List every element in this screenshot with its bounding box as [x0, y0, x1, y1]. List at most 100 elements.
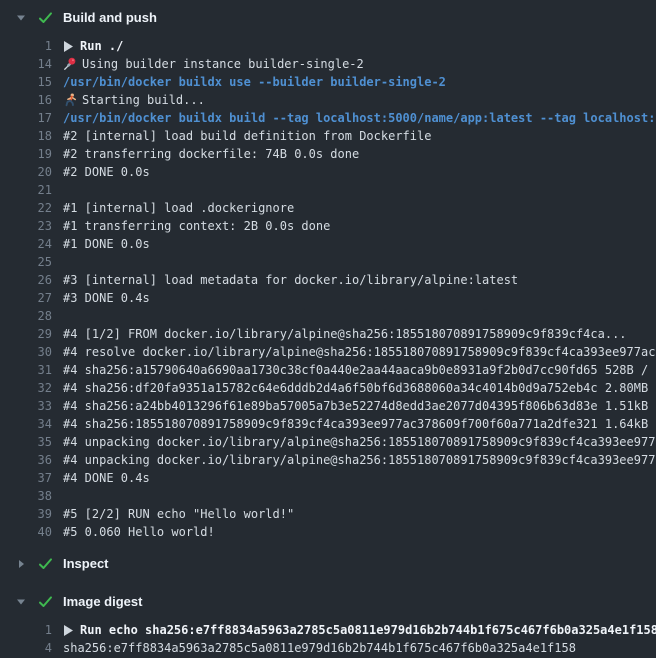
line-content: #1 DONE 0.0s: [52, 235, 150, 253]
log-line: 37 #4 DONE 0.4s: [0, 469, 656, 487]
log-line: 38: [0, 487, 656, 505]
line-text: #4 unpacking docker.io/library/alpine@sh…: [63, 451, 656, 469]
line-content: #3 DONE 0.4s: [52, 289, 150, 307]
section-header[interactable]: Inspect: [0, 551, 656, 577]
line-number[interactable]: 18: [0, 127, 52, 145]
check-icon: [37, 10, 54, 26]
line-text: #4 DONE 0.4s: [63, 469, 150, 487]
line-number[interactable]: 31: [0, 361, 52, 379]
line-text: Using builder instance builder-single-2: [82, 55, 364, 73]
log-line: 16Starting build...: [0, 91, 656, 109]
line-number[interactable]: 4: [0, 639, 52, 657]
log-line: 26 #3 [internal] load metadata for docker…: [0, 271, 656, 289]
line-number[interactable]: 32: [0, 379, 52, 397]
line-number[interactable]: 36: [0, 451, 52, 469]
section-header[interactable]: Build and push: [0, 5, 656, 31]
line-content: sha256:e7ff8834a5963a2785c5a0811e979d16b…: [52, 639, 576, 657]
line-number[interactable]: 39: [0, 505, 52, 523]
section-title: Build and push: [63, 9, 157, 27]
line-content: /usr/bin/docker buildx use --builder bui…: [52, 73, 446, 91]
line-number[interactable]: 25: [0, 253, 52, 271]
line-text: sha256:e7ff8834a5963a2785c5a0811e979d16b…: [63, 639, 576, 657]
runner-icon: [63, 93, 77, 107]
line-text: #1 transferring context: 2B 0.0s done: [63, 217, 330, 235]
line-number[interactable]: 1: [0, 37, 52, 55]
line-text: #1 DONE 0.0s: [63, 235, 150, 253]
log-line: 25: [0, 253, 656, 271]
line-text: #2 transferring dockerfile: 74B 0.0s don…: [63, 145, 359, 163]
log-line: 35 #4 unpacking docker.io/library/alpine@…: [0, 433, 656, 451]
line-number[interactable]: 17: [0, 109, 52, 127]
line-text: #4 sha256:a15790640a6690aa1730c38cf0a440…: [63, 361, 656, 379]
line-number[interactable]: 34: [0, 415, 52, 433]
log-line: 40#5 0.060 Hello world!: [0, 523, 656, 541]
line-number[interactable]: 27: [0, 289, 52, 307]
line-content: Run echo sha256:e7ff8834a5963a2785c5a081…: [52, 621, 656, 639]
line-content: Starting build...: [52, 91, 205, 109]
line-content: #4 [1/2] FROM docker.io/library/alpine@s…: [52, 325, 627, 343]
log-line: 36 #4 unpacking docker.io/library/alpine@…: [0, 451, 656, 469]
line-number[interactable]: 16: [0, 91, 52, 109]
line-number[interactable]: 21: [0, 181, 52, 199]
chevron-right-icon[interactable]: [16, 559, 28, 569]
line-number[interactable]: 20: [0, 163, 52, 181]
line-number[interactable]: 14: [0, 55, 52, 73]
section-title: Image digest: [63, 593, 142, 611]
line-number[interactable]: 35: [0, 433, 52, 451]
line-text: #5 [2/2] RUN echo "Hello world!": [63, 505, 294, 523]
line-content: #5 0.060 Hello world!: [52, 523, 215, 541]
log-line: 28: [0, 307, 656, 325]
log-line: 19 #2 transferring dockerfile: 74B 0.0s d…: [0, 145, 656, 163]
line-number[interactable]: 33: [0, 397, 52, 415]
section-header[interactable]: Image digest: [0, 589, 656, 615]
log-line: 22 #1 [internal] load .dockerignore: [0, 199, 656, 217]
line-number[interactable]: 28: [0, 307, 52, 325]
line-number[interactable]: 19: [0, 145, 52, 163]
play-icon[interactable]: [64, 41, 73, 52]
line-text: #4 resolve docker.io/library/alpine@sha2…: [63, 343, 656, 361]
section-image-digest: Image digest 1Run echo sha256:e7ff8834a59…: [0, 589, 656, 658]
line-number[interactable]: 15: [0, 73, 52, 91]
line-text: Run ./: [80, 37, 123, 55]
line-number[interactable]: 40: [0, 523, 52, 541]
section-log-body: 1Run echo sha256:e7ff8834a5963a2785c5a08…: [0, 615, 656, 658]
line-text: #2 DONE 0.0s: [63, 163, 150, 181]
line-text: #1 [internal] load .dockerignore: [63, 199, 294, 217]
chevron-down-icon[interactable]: [16, 13, 28, 23]
line-content: #2 [internal] load build definition from…: [52, 127, 431, 145]
pushpin-icon: [63, 57, 77, 71]
chevron-down-icon[interactable]: [16, 597, 28, 607]
line-content: #3 [internal] load metadata for docker.i…: [52, 271, 518, 289]
log-line: 15/usr/bin/docker buildx use --builder b…: [0, 73, 656, 91]
line-text: #3 [internal] load metadata for docker.i…: [63, 271, 518, 289]
check-icon: [37, 556, 54, 572]
log-line: 39 #5 [2/2] RUN echo "Hello world!": [0, 505, 656, 523]
line-content: #4 unpacking docker.io/library/alpine@sh…: [52, 433, 656, 451]
line-content: #4 unpacking docker.io/library/alpine@sh…: [52, 451, 656, 469]
line-text: #4 sha256:a24bb4013296f61e89ba57005a7b3e…: [63, 397, 656, 415]
line-number[interactable]: 29: [0, 325, 52, 343]
play-icon[interactable]: [64, 625, 73, 636]
line-number[interactable]: 23: [0, 217, 52, 235]
section-inspect: Inspect: [0, 551, 656, 577]
line-number[interactable]: 26: [0, 271, 52, 289]
line-text: #4 unpacking docker.io/library/alpine@sh…: [63, 433, 656, 451]
log-line: 29 #4 [1/2] FROM docker.io/library/alpine…: [0, 325, 656, 343]
line-number[interactable]: 1: [0, 621, 52, 639]
line-number[interactable]: 24: [0, 235, 52, 253]
line-number[interactable]: 22: [0, 199, 52, 217]
log-line: 4 sha256:e7ff8834a5963a2785c5a0811e979d16…: [0, 639, 656, 657]
log-line: 24 #1 DONE 0.0s: [0, 235, 656, 253]
line-number[interactable]: 38: [0, 487, 52, 505]
line-text: #4 [1/2] FROM docker.io/library/alpine@s…: [63, 325, 627, 343]
log-line: 30 #4 resolve docker.io/library/alpine@sh…: [0, 343, 656, 361]
log-line: 1Run echo sha256:e7ff8834a5963a2785c5a08…: [0, 621, 656, 639]
line-content: #4 sha256:185518070891758909c9f839cf4ca3…: [52, 415, 656, 433]
line-content: Run ./: [52, 37, 123, 55]
section-title: Inspect: [63, 555, 109, 573]
log-line: 1 Run ./: [0, 37, 656, 55]
log-line: 27#3 DONE 0.4s: [0, 289, 656, 307]
line-number[interactable]: 37: [0, 469, 52, 487]
line-number[interactable]: 30: [0, 343, 52, 361]
log-line: 23 #1 transferring context: 2B 0.0s done: [0, 217, 656, 235]
